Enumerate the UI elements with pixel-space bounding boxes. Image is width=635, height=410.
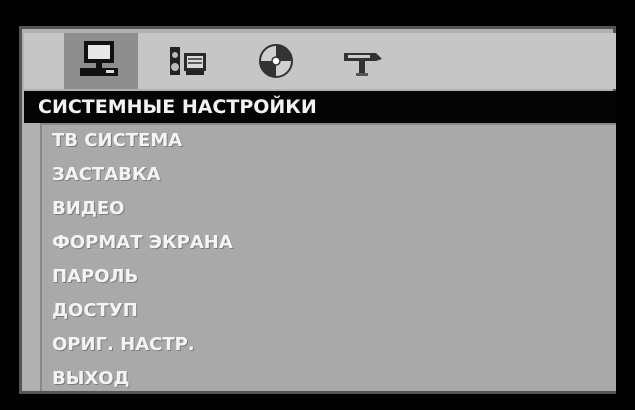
menu-item-tv-system[interactable]: ТВ СИСТЕМА [42,128,182,154]
settings-tab-bar [24,33,616,89]
tools-icon [344,53,382,76]
osd-screen: СИСТЕМНЫЕ НАСТРОЙКИ ТВ СИСТЕМА ЗАСТАВКА … [0,0,635,410]
menu-item-video[interactable]: ВИДЕО [42,196,124,222]
disc-icon [259,44,293,78]
settings-menu: ТВ СИСТЕМА ЗАСТАВКА ВИДЕО ФОРМАТ ЭКРАНА … [40,123,616,391]
tab-disc[interactable] [239,33,313,89]
menu-item-exit[interactable]: ВЫХОД [42,366,130,392]
page-title: СИСТЕМНЫЕ НАСТРОЙКИ [24,91,616,123]
menu-item-defaults[interactable]: ОРИГ. НАСТР. [42,332,195,358]
menu-item-password[interactable]: ПАРОЛЬ [42,264,138,290]
menu-item-screensaver[interactable]: ЗАСТАВКА [42,162,161,188]
computer-icon [80,41,118,76]
menu-item-screen-format[interactable]: ФОРМАТ ЭКРАНА [42,230,233,256]
tab-tools[interactable] [326,33,400,89]
menu-item-access[interactable]: ДОСТУП [42,298,138,324]
speaker-icon [170,47,206,75]
tab-audio[interactable] [150,33,224,89]
tab-system[interactable] [64,33,138,89]
